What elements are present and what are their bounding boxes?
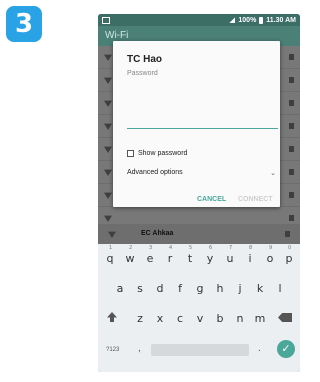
lock-icon bbox=[289, 215, 294, 221]
status-bar: 100% 11.30 AM bbox=[98, 14, 300, 26]
key-a[interactable]: a bbox=[111, 282, 129, 295]
lock-icon bbox=[289, 77, 294, 83]
wifi-icon bbox=[104, 123, 112, 130]
key-u[interactable]: 7u bbox=[221, 245, 239, 265]
connect-button[interactable]: CONNECT bbox=[238, 196, 273, 203]
key-l[interactable]: l bbox=[271, 282, 289, 295]
wifi-icon bbox=[108, 231, 116, 238]
key-v[interactable]: v bbox=[191, 312, 209, 325]
wifi-icon bbox=[104, 192, 112, 199]
chevron-down-icon: ⌄ bbox=[270, 170, 276, 177]
key-s[interactable]: s bbox=[131, 282, 149, 295]
battery-icon bbox=[259, 16, 264, 24]
wifi-icon bbox=[104, 169, 112, 176]
advanced-options-row[interactable]: Advanced options ⌄ bbox=[127, 169, 276, 177]
clock: 11.30 AM bbox=[266, 16, 296, 24]
shift-icon[interactable] bbox=[107, 312, 117, 322]
wifi-network-row[interactable]: EC Ahkaa bbox=[98, 224, 300, 244]
period-key[interactable]: . bbox=[258, 343, 261, 354]
show-password-label: Show password bbox=[138, 150, 188, 157]
backspace-icon[interactable] bbox=[278, 313, 292, 322]
lock-icon bbox=[289, 100, 294, 106]
notification-icon bbox=[102, 16, 110, 24]
key-z[interactable]: z bbox=[131, 312, 149, 325]
key-d[interactable]: d bbox=[151, 282, 169, 295]
key-f[interactable]: f bbox=[171, 282, 189, 295]
done-check-icon[interactable]: ✓ bbox=[277, 340, 295, 358]
phone-screen: 100% 11.30 AM Wi-Fi EC Ahkaa TC Hao Pass… bbox=[98, 14, 300, 372]
network-name: EC Ahkaa bbox=[141, 230, 174, 237]
key-h[interactable]: h bbox=[211, 282, 229, 295]
password-input[interactable] bbox=[127, 113, 278, 129]
advanced-options-label: Advanced options bbox=[127, 169, 183, 176]
key-r[interactable]: 4r bbox=[161, 245, 179, 265]
show-password-toggle[interactable]: Show password bbox=[127, 150, 187, 157]
symbols-key[interactable]: ?123 bbox=[106, 347, 119, 353]
step-number-badge: 3 bbox=[6, 6, 42, 42]
key-n[interactable]: n bbox=[231, 312, 249, 325]
signal-icon bbox=[229, 17, 236, 23]
key-q[interactable]: 1q bbox=[101, 245, 119, 265]
lock-icon bbox=[285, 231, 290, 237]
on-screen-keyboard: 1q 2w 3e 4r 5t 6y 7u 8i 9o 0p a s d f g … bbox=[98, 244, 300, 372]
lock-icon bbox=[289, 146, 294, 152]
lock-icon bbox=[289, 192, 294, 198]
key-p[interactable]: 0p bbox=[280, 245, 298, 265]
key-j[interactable]: j bbox=[231, 282, 249, 295]
show-password-checkbox[interactable] bbox=[127, 150, 134, 157]
dialog-title: TC Hao bbox=[127, 54, 162, 65]
cancel-button[interactable]: CANCEL bbox=[197, 196, 226, 203]
lock-icon bbox=[289, 54, 294, 60]
wifi-icon bbox=[104, 100, 112, 107]
wifi-icon bbox=[104, 54, 112, 61]
key-b[interactable]: b bbox=[211, 312, 229, 325]
lock-icon bbox=[289, 169, 294, 175]
lock-icon bbox=[289, 123, 294, 129]
space-bar[interactable] bbox=[151, 344, 249, 356]
key-m[interactable]: m bbox=[251, 312, 269, 325]
wifi-icon bbox=[104, 146, 112, 153]
key-i[interactable]: 8i bbox=[241, 245, 259, 265]
key-g[interactable]: g bbox=[191, 282, 209, 295]
key-x[interactable]: x bbox=[151, 312, 169, 325]
key-e[interactable]: 3e bbox=[141, 245, 159, 265]
wifi-icon bbox=[104, 215, 112, 222]
wifi-icon bbox=[104, 77, 112, 84]
key-c[interactable]: c bbox=[171, 312, 189, 325]
password-label: Password bbox=[127, 70, 158, 77]
comma-key[interactable]: , bbox=[138, 343, 141, 354]
key-t[interactable]: 5t bbox=[181, 245, 199, 265]
key-w[interactable]: 2w bbox=[121, 245, 139, 265]
key-o[interactable]: 9o bbox=[261, 245, 279, 265]
key-y[interactable]: 6y bbox=[201, 245, 219, 265]
wifi-password-dialog: TC Hao Password Show password Advanced o… bbox=[113, 41, 280, 207]
battery-percent: 100% bbox=[238, 16, 257, 24]
key-k[interactable]: k bbox=[251, 282, 269, 295]
